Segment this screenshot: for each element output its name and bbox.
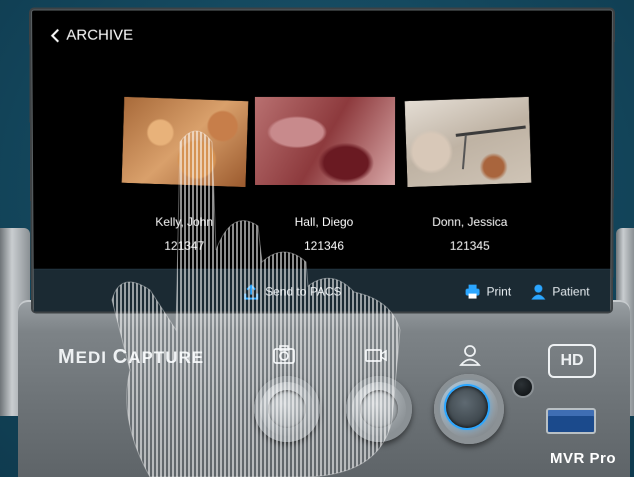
video-record-button-center: [360, 390, 398, 428]
photo-capture-button-center: [268, 390, 306, 428]
chevron-left-icon: [50, 28, 59, 42]
back-label: ARCHIVE: [66, 26, 134, 44]
indicator-light: [514, 378, 532, 396]
usb-port-icon[interactable]: [546, 408, 596, 434]
photo-capture-button[interactable]: [254, 376, 320, 442]
device-body: MEDI CAPTURE HD MVR Pro: [18, 300, 630, 477]
send-label: Send to PACS: [265, 284, 342, 299]
printer-icon: [465, 284, 480, 299]
surgical-image: [254, 96, 396, 185]
archive-thumbnail[interactable]: [404, 96, 532, 188]
model-label: MVR Pro: [549, 450, 616, 467]
video-record-button[interactable]: [346, 376, 412, 442]
archive-thumbnail[interactable]: [254, 96, 396, 185]
surgical-image: [404, 96, 532, 188]
user-icon: [531, 284, 546, 300]
send-to-pacs-button[interactable]: Send to PACS: [243, 284, 341, 300]
camera-icon: [273, 345, 295, 364]
archive-thumbnail[interactable]: [121, 96, 249, 188]
instrument-icon: [455, 125, 526, 170]
patient-label: Patient: [552, 284, 590, 299]
person-icon: [459, 345, 481, 366]
video-icon: [365, 349, 387, 362]
patient-button-center: [446, 386, 488, 428]
patient-action-button[interactable]: Patient: [530, 284, 590, 300]
patient-id: 121345: [449, 238, 490, 253]
hd-badge: HD: [548, 344, 596, 378]
patient-name[interactable]: Donn, Jessica: [405, 215, 535, 229]
patient-button[interactable]: [434, 374, 504, 444]
surgical-image: [121, 96, 249, 188]
touch-screen: ARCHIVE Kelly, John 121347 Hall, Diego 1…: [31, 9, 613, 312]
brand-logo: MEDI CAPTURE: [58, 346, 205, 368]
upload-icon: [244, 285, 259, 300]
patient-name[interactable]: Kelly, John: [119, 215, 249, 229]
patient-id: 121347: [164, 238, 205, 253]
action-bar: Send to PACS Print Patient: [33, 268, 611, 312]
print-label: Print: [486, 284, 512, 299]
print-button[interactable]: Print: [465, 284, 512, 300]
back-button[interactable]: ARCHIVE: [50, 27, 133, 44]
patient-id: 121346: [303, 238, 344, 253]
patient-name[interactable]: Hall, Diego: [259, 215, 389, 229]
